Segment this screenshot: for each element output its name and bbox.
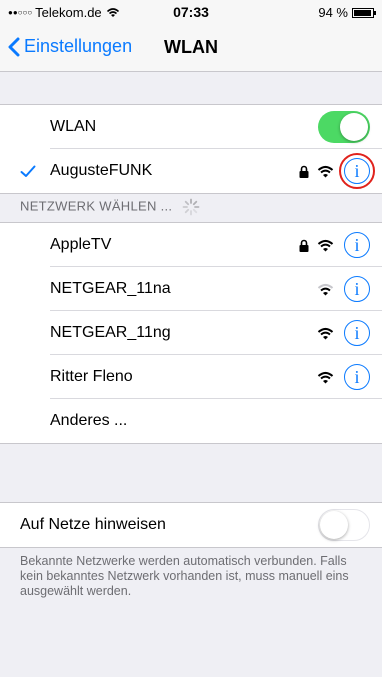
choose-network-header: NETZWERK WÄHLEN ... [20, 198, 200, 216]
wifi-icon [317, 327, 334, 339]
wifi-icon [317, 283, 334, 295]
connected-network-icons: i [299, 153, 375, 189]
status-bar: ●●○○○ Telekom.de 07:33 94 % [0, 0, 382, 24]
wlan-toggle[interactable] [318, 111, 370, 143]
network-icons: i [317, 320, 370, 346]
choose-network-label: NETZWERK WÄHLEN ... [20, 198, 173, 214]
ask-to-join-row: Auf Netze hinweisen [0, 503, 382, 547]
connected-network-row[interactable]: AugusteFUNK i [0, 149, 382, 193]
spinner-icon [182, 198, 200, 216]
lock-icon [299, 165, 309, 178]
network-row[interactable]: NETGEAR_11na i [0, 267, 382, 311]
wifi-icon [317, 165, 334, 177]
network-row[interactable]: Ritter Fleno i [0, 355, 382, 399]
wifi-icon [317, 371, 334, 383]
lock-icon [299, 239, 309, 252]
wlan-group: WLAN AugusteFUNK i [0, 104, 382, 194]
wifi-icon [317, 239, 334, 251]
network-name: NETGEAR_11na [50, 280, 171, 297]
ask-to-join-group: Auf Netze hinweisen [0, 502, 382, 548]
info-icon[interactable]: i [344, 232, 370, 258]
checkmark-icon [20, 165, 36, 177]
navigation-bar: Einstellungen WLAN [0, 24, 382, 72]
network-icons: i [317, 276, 370, 302]
ask-to-join-label: Auf Netze hinweisen [20, 516, 166, 533]
battery-percentage: 94 % [318, 5, 348, 20]
other-network-label: Anderes ... [50, 412, 128, 429]
network-icons: i [299, 232, 370, 258]
network-row[interactable]: AppleTV i [0, 223, 382, 267]
network-row[interactable]: NETGEAR_11ng i [0, 311, 382, 355]
toggle-knob [320, 511, 348, 539]
wlan-toggle-label: WLAN [50, 118, 97, 135]
info-icon[interactable]: i [339, 153, 375, 189]
info-icon[interactable]: i [344, 364, 370, 390]
battery-icon [352, 7, 376, 18]
wlan-toggle-row: WLAN [0, 105, 382, 149]
network-name: AppleTV [50, 236, 112, 253]
info-icon[interactable]: i [344, 276, 370, 302]
network-list: AppleTV i NETGEAR_11na i NETGEAR_11ng i … [0, 222, 382, 444]
info-icon[interactable]: i [344, 320, 370, 346]
status-bar-right: 94 % [318, 5, 376, 20]
network-icons: i [317, 364, 370, 390]
page-title: WLAN [164, 37, 218, 57]
toggle-knob [340, 113, 368, 141]
ask-to-join-toggle[interactable] [318, 509, 370, 541]
network-name: NETGEAR_11ng [50, 324, 171, 341]
connected-network-name: AugusteFUNK [50, 162, 153, 179]
footer-note: Bekannte Netzwerke werden automatisch ve… [20, 554, 349, 598]
other-network-row[interactable]: Anderes ... [0, 399, 382, 443]
network-name: Ritter Fleno [50, 368, 133, 385]
